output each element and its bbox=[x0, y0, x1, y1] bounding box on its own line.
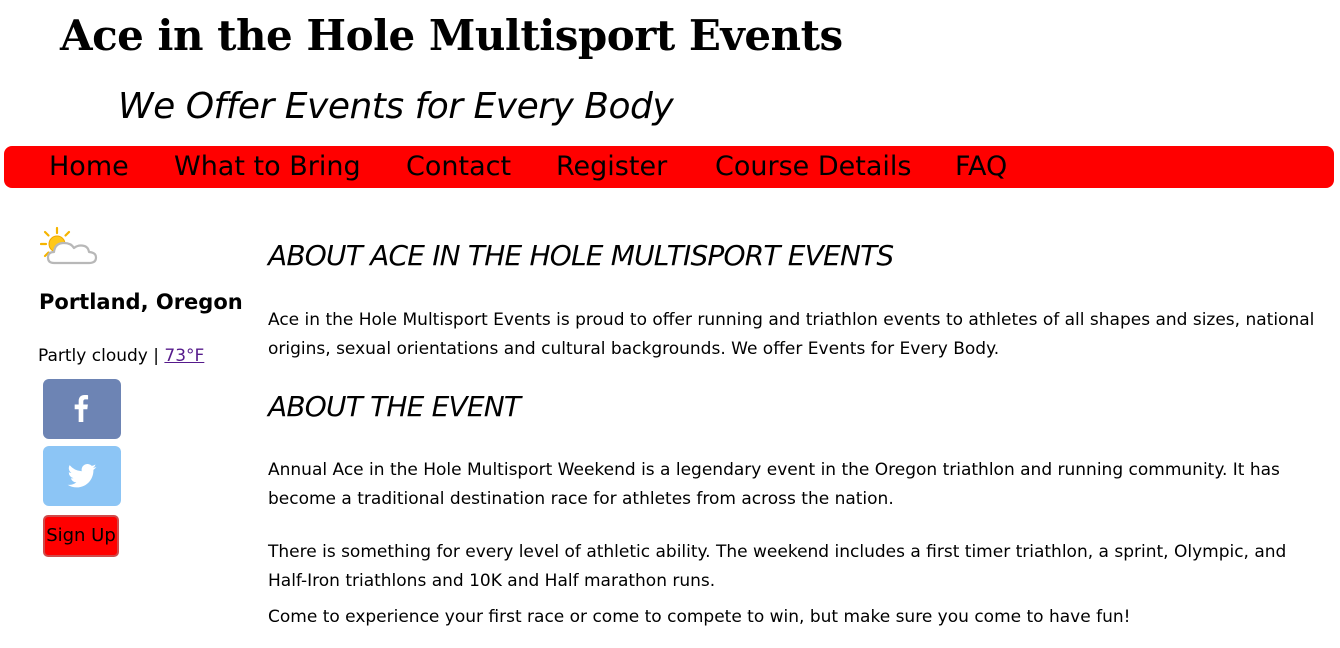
weather-summary: Partly cloudy | 73°F bbox=[38, 346, 204, 366]
nav-register-link[interactable]: Register bbox=[556, 150, 667, 184]
main-nav: Home What to Bring Contact Register Cour… bbox=[4, 146, 1334, 188]
about-heading: ABOUT ACE IN THE HOLE MULTISPORT EVENTS bbox=[268, 239, 894, 272]
site-title: Ace in the Hole Multisport Events bbox=[60, 11, 843, 60]
weather-city: Portland, Oregon bbox=[39, 290, 243, 314]
weather-separator: | bbox=[153, 346, 159, 366]
weather-condition: Partly cloudy bbox=[38, 346, 148, 366]
event-paragraph: Annual Ace in the Hole Multisport Weeken… bbox=[268, 460, 1280, 509]
nav-what-to-bring-link[interactable]: What to Bring bbox=[174, 150, 361, 184]
twitter-icon bbox=[67, 464, 97, 488]
nav-home-link[interactable]: Home bbox=[49, 150, 129, 184]
sign-up-button[interactable]: Sign Up bbox=[43, 515, 119, 557]
nav-contact-link[interactable]: Contact bbox=[406, 150, 511, 184]
about-paragraph: Ace in the Hole Multisport Events is pro… bbox=[268, 310, 1315, 359]
event-paragraph: Come to experience your first race or co… bbox=[268, 607, 1131, 627]
event-paragraph: There is something for every level of at… bbox=[268, 542, 1287, 591]
nav-faq-link[interactable]: FAQ bbox=[955, 150, 1007, 184]
facebook-icon bbox=[74, 395, 89, 422]
nav-course-details-link[interactable]: Course Details bbox=[715, 150, 911, 184]
site-tagline: We Offer Events for Every Body bbox=[118, 86, 674, 127]
event-heading: ABOUT THE EVENT bbox=[268, 390, 521, 423]
weather-temperature-link[interactable]: 73°F bbox=[164, 346, 204, 366]
partly-cloudy-icon bbox=[40, 226, 98, 265]
twitter-button[interactable] bbox=[43, 446, 121, 506]
facebook-button[interactable] bbox=[43, 379, 121, 439]
